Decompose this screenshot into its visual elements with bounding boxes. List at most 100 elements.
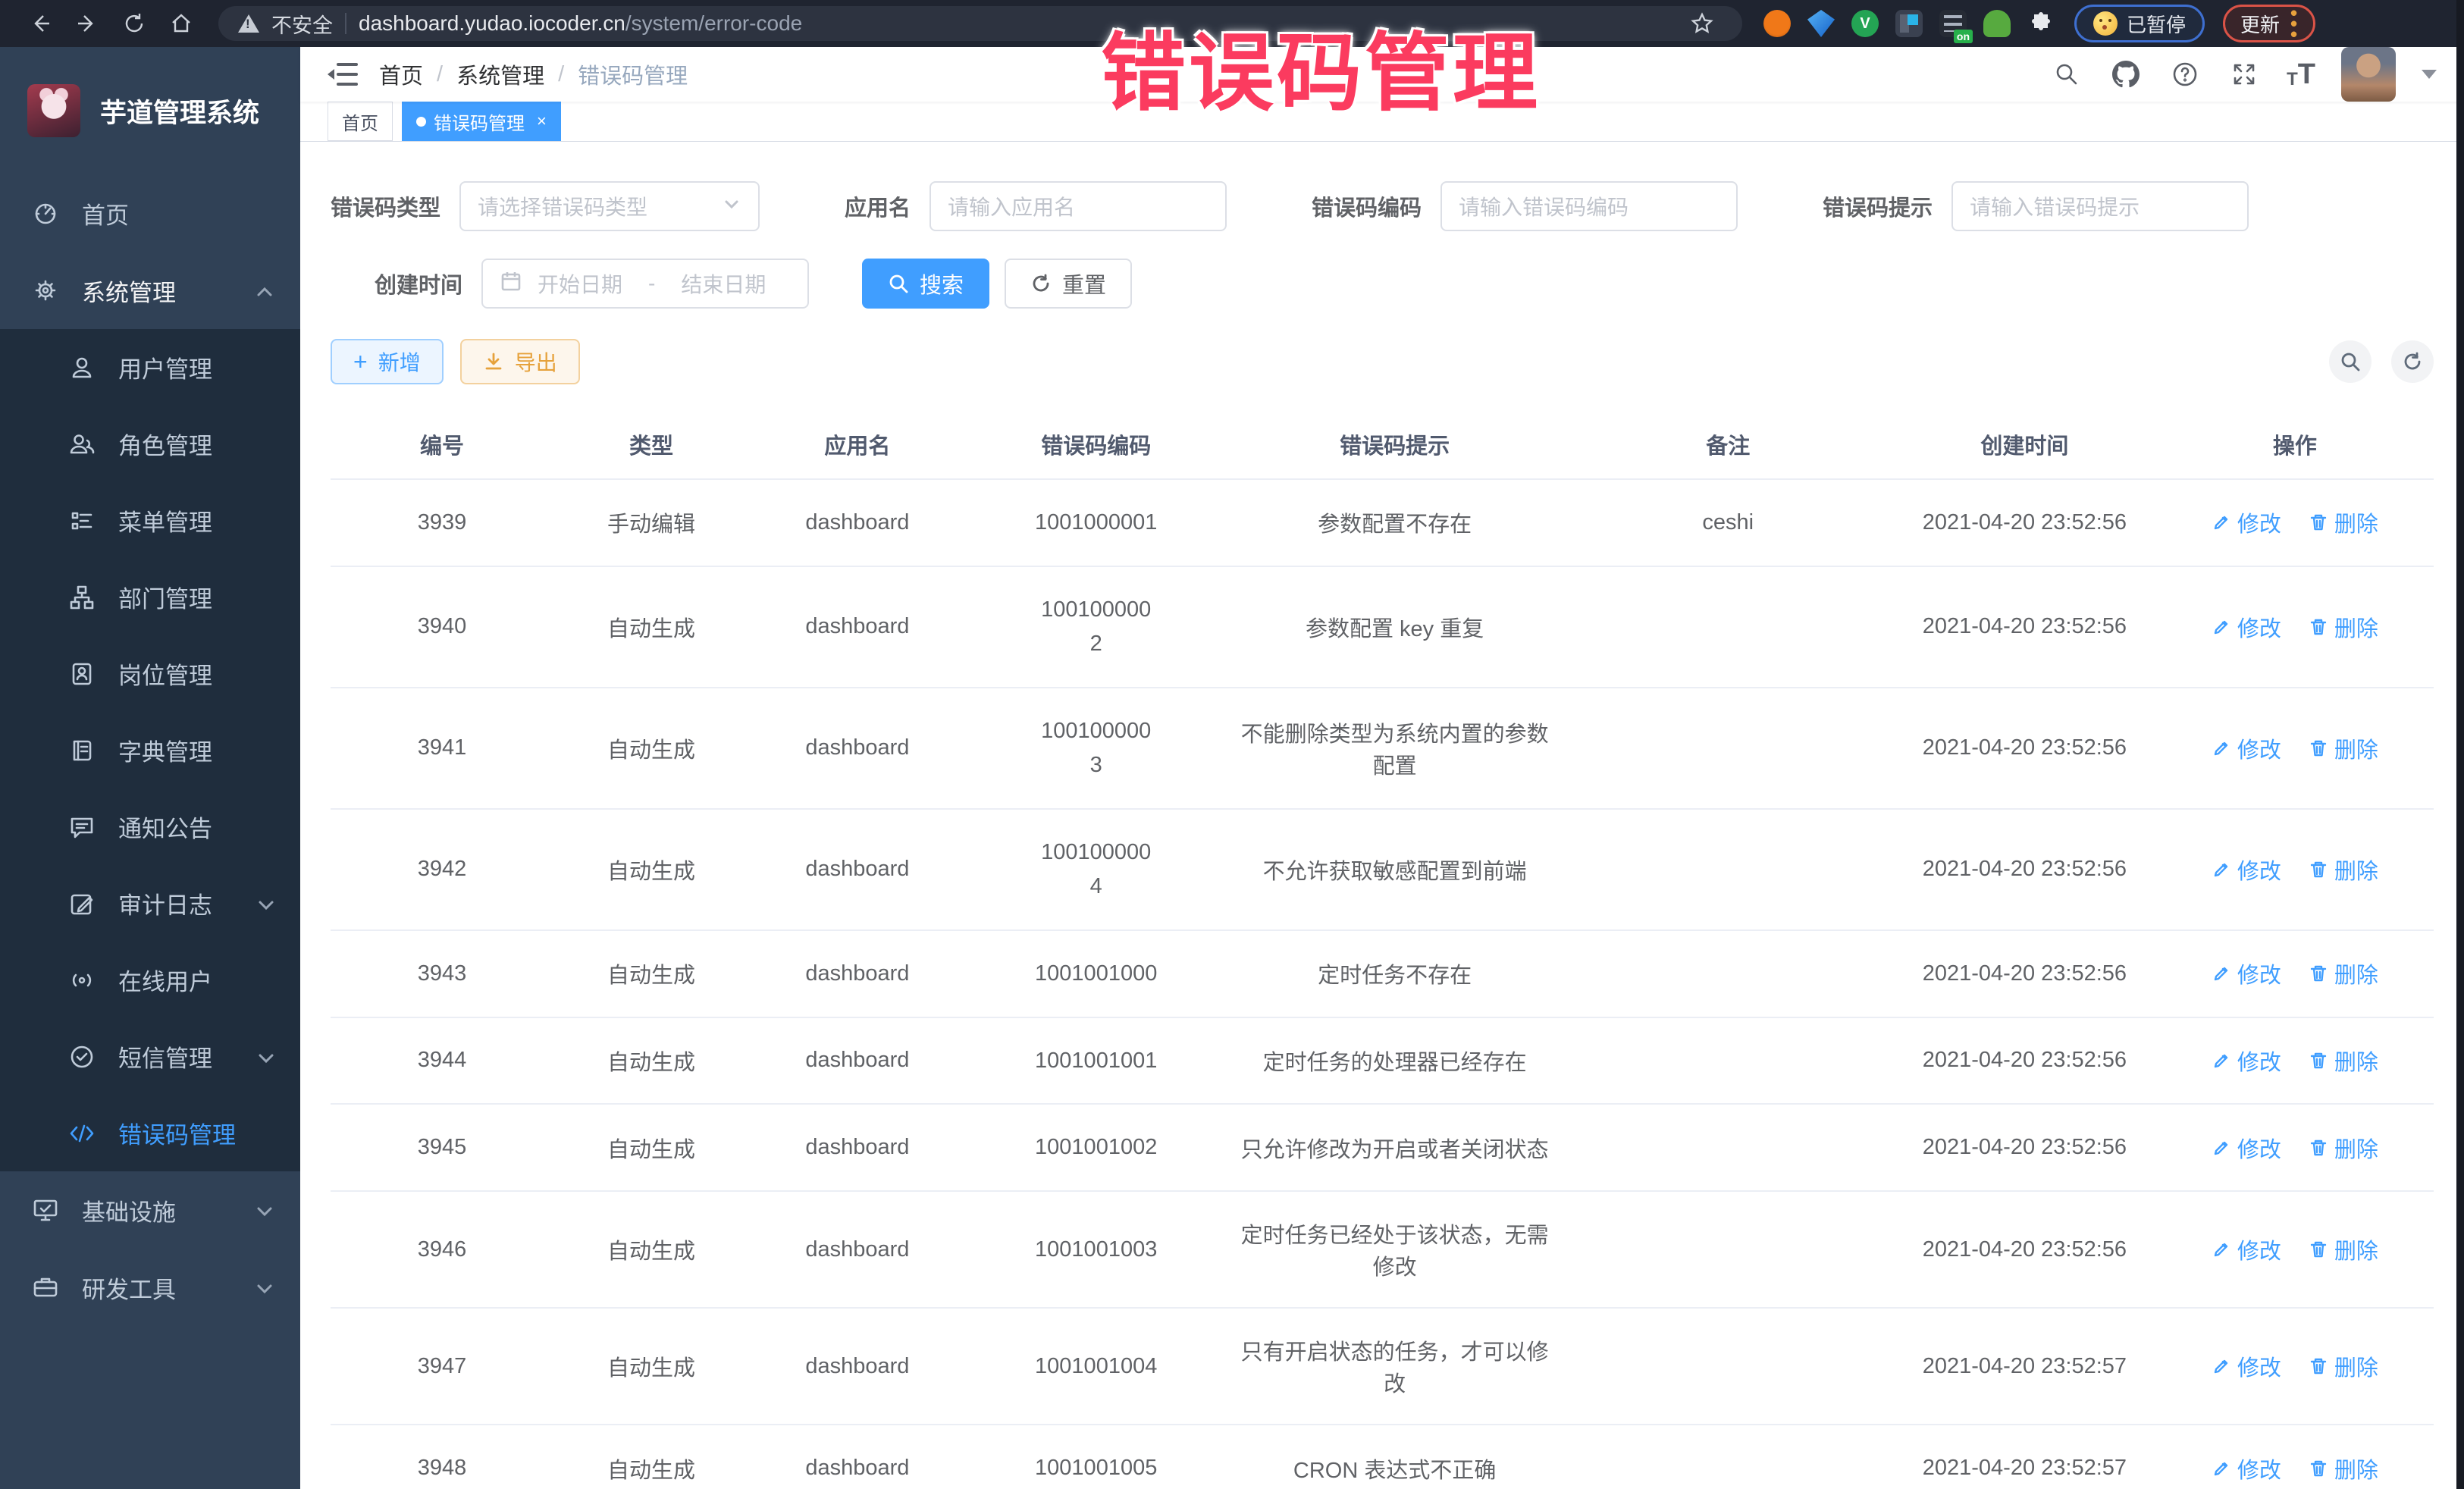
delete-link[interactable]: 删除: [2309, 506, 2378, 538]
list-extension-icon[interactable]: on: [1939, 10, 1967, 37]
breadcrumb-system[interactable]: 系统管理: [456, 58, 544, 90]
table-row: 3947 自动生成 dashboard 1001001004 只有开启状态的任务…: [331, 1308, 2434, 1425]
delete-link[interactable]: 删除: [2309, 1132, 2378, 1164]
cell-code: 1001001001: [966, 1017, 1227, 1105]
reload-icon[interactable]: [114, 7, 155, 40]
app-name-input[interactable]: 请输入应用名: [929, 181, 1227, 231]
browser-update-button[interactable]: 更新 •••: [2223, 5, 2315, 42]
error-hint-input[interactable]: 请输入错误码提示: [1951, 181, 2249, 231]
gear-icon: [32, 277, 59, 304]
not-secure-label[interactable]: 不安全: [271, 9, 333, 39]
refresh-button[interactable]: [2391, 340, 2434, 383]
delete-link[interactable]: 删除: [2309, 1234, 2378, 1265]
edit-link[interactable]: 修改: [2212, 611, 2281, 643]
sidebar-fold-icon[interactable]: [328, 61, 358, 87]
cell-type: 自动生成: [553, 809, 749, 930]
edit-link[interactable]: 修改: [2212, 1132, 2281, 1164]
sidebar-item-infrastructure[interactable]: 基础设施: [0, 1171, 300, 1249]
sidebar-item-home[interactable]: 首页: [0, 174, 300, 252]
edit-link[interactable]: 修改: [2212, 1045, 2281, 1077]
breadcrumb-separator: /: [437, 62, 443, 87]
github-icon[interactable]: [2109, 58, 2143, 91]
cell-id: 3941: [331, 688, 553, 809]
fullscreen-icon[interactable]: [2227, 58, 2261, 91]
edit-link[interactable]: 修改: [2212, 732, 2281, 764]
sidebar-item-roles[interactable]: 角色管理: [0, 406, 300, 482]
error-type-select[interactable]: 请选择错误码类型: [459, 181, 760, 231]
edit-link[interactable]: 修改: [2212, 854, 2281, 886]
cell-id: 3944: [331, 1017, 553, 1105]
gem-extension-icon[interactable]: [1807, 10, 1835, 37]
key-extension-icon[interactable]: [1983, 10, 2011, 37]
url-text[interactable]: dashboard.yudao.iocoder.cn/system/error-…: [359, 11, 802, 36]
delete-link[interactable]: 删除: [2309, 1045, 2378, 1077]
address-divider: [345, 13, 346, 34]
edit-link[interactable]: 修改: [2212, 506, 2281, 538]
error-code-input[interactable]: 请输入错误码编码: [1440, 181, 1738, 231]
sidebar-item-online-users[interactable]: 在线用户: [0, 942, 300, 1018]
cell-hint: 参数配置不存在: [1227, 479, 1563, 566]
sidebar-item-posts[interactable]: 岗位管理: [0, 635, 300, 712]
sidebar-item-system[interactable]: 系统管理: [0, 252, 300, 329]
tag-home[interactable]: 首页: [328, 102, 393, 141]
delete-link[interactable]: 删除: [2309, 1350, 2378, 1382]
help-icon[interactable]: [2168, 58, 2202, 91]
plus-icon: +: [353, 350, 368, 374]
cell-remark: [1563, 1191, 1894, 1308]
avatar-caret-icon[interactable]: [2422, 70, 2437, 79]
date-range-picker[interactable]: 开始日期 - 结束日期: [481, 259, 809, 309]
extension-on-badge: on: [1954, 30, 1973, 43]
sidebar-logo-row[interactable]: 芋道管理系统: [0, 47, 300, 174]
delete-link[interactable]: 删除: [2309, 732, 2378, 764]
sidebar-item-menus[interactable]: 菜单管理: [0, 482, 300, 559]
delete-link[interactable]: 删除: [2309, 1453, 2378, 1484]
delete-link[interactable]: 删除: [2309, 611, 2378, 643]
sidebar-item-dictionary[interactable]: 字典管理: [0, 712, 300, 788]
delete-link[interactable]: 删除: [2309, 854, 2378, 886]
edit-link[interactable]: 修改: [2212, 1234, 2281, 1265]
breadcrumb-home[interactable]: 首页: [379, 58, 423, 90]
table-row: 3948 自动生成 dashboard 1001001005 CRON 表达式不…: [331, 1425, 2434, 1489]
cell-remark: ceshi: [1563, 479, 1894, 566]
edit-link[interactable]: 修改: [2212, 1453, 2281, 1484]
back-icon[interactable]: [20, 7, 61, 40]
sidebar-item-sms[interactable]: 短信管理: [0, 1018, 300, 1095]
add-button[interactable]: + 新增: [331, 339, 444, 384]
search-icon[interactable]: [2050, 58, 2083, 91]
sidebar-item-departments[interactable]: 部门管理: [0, 559, 300, 635]
sidebar-item-devtools[interactable]: 研发工具: [0, 1249, 300, 1326]
reset-button[interactable]: 重置: [1005, 259, 1132, 309]
filter-label: 错误码编码: [1312, 190, 1422, 222]
sidebar-item-notices[interactable]: 通知公告: [0, 788, 300, 865]
bookmark-star-icon[interactable]: [1682, 7, 1723, 40]
user-avatar[interactable]: [2341, 47, 2396, 102]
tag-close-icon[interactable]: ×: [537, 111, 547, 131]
export-button[interactable]: 导出: [460, 339, 580, 384]
users-icon: [68, 431, 96, 458]
sidebar-item-label: 部门管理: [118, 580, 300, 614]
delete-link[interactable]: 删除: [2309, 958, 2378, 989]
col-header-type: 类型: [553, 410, 749, 479]
font-size-icon[interactable]: TT: [2287, 60, 2315, 89]
update-label: 更新: [2240, 10, 2280, 38]
chevron-down-icon: [722, 194, 741, 219]
sidebar-item-users[interactable]: 用户管理: [0, 329, 300, 406]
col-header-id: 编号: [331, 410, 553, 479]
edit-link[interactable]: 修改: [2212, 958, 2281, 989]
tag-error-code[interactable]: 错误码管理 ×: [402, 102, 561, 141]
search-button[interactable]: 搜索: [862, 259, 989, 309]
sidebar-item-error-code[interactable]: 错误码管理: [0, 1095, 300, 1171]
v-extension-icon[interactable]: V: [1851, 10, 1879, 37]
extensions-puzzle-icon[interactable]: [2027, 10, 2055, 37]
adblock-extension-icon[interactable]: [1763, 10, 1791, 37]
home-icon[interactable]: [161, 7, 202, 40]
grid-extension-icon[interactable]: [1895, 10, 1923, 37]
table-row: 3941 自动生成 dashboard 100100000 3 不能删除类型为系…: [331, 688, 2434, 809]
sidebar-item-audit-log[interactable]: 审计日志: [0, 865, 300, 942]
toggle-search-button[interactable]: [2329, 340, 2372, 383]
forward-icon[interactable]: [67, 7, 108, 40]
edit-link[interactable]: 修改: [2212, 1350, 2281, 1382]
paused-extension-badge[interactable]: 已暂停: [2074, 5, 2205, 42]
browser-menu-dots-icon[interactable]: •••: [2290, 8, 2298, 40]
cell-code: 1001000001: [966, 479, 1227, 566]
